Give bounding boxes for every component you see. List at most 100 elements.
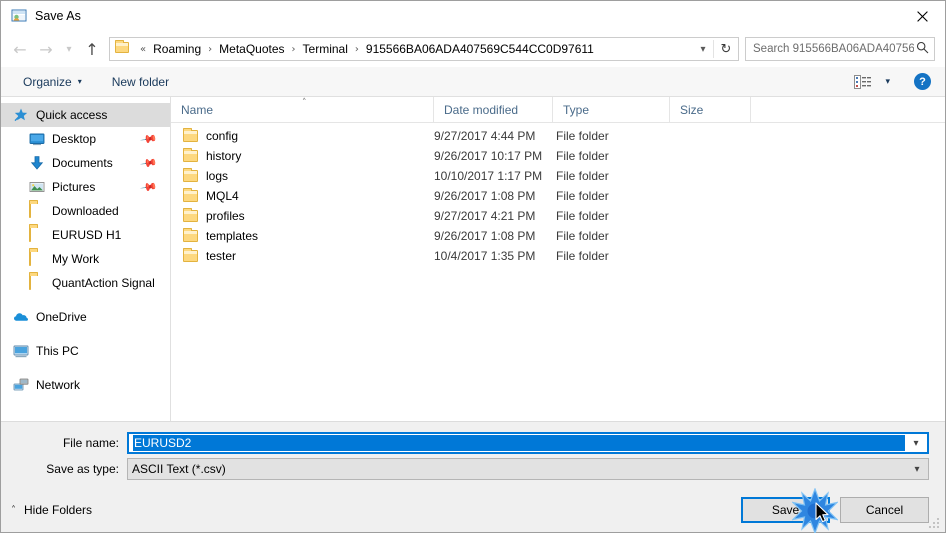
sidebar-item-desktop[interactable]: Desktop 📌 [1, 127, 170, 151]
refresh-icon[interactable]: ↻ [714, 42, 738, 57]
onedrive-cloud-icon [13, 309, 29, 325]
sidebar-item-network[interactable]: Network [1, 373, 170, 397]
sidebar-item-this-pc[interactable]: This PC [1, 339, 170, 363]
column-header-type[interactable]: Type [553, 97, 670, 122]
folder-icon [29, 250, 45, 267]
sidebar-item-eurusd-h1[interactable]: EURUSD H1 [1, 223, 170, 247]
file-name: logs [206, 169, 229, 183]
file-name-cell: templates [171, 228, 434, 243]
file-date: 9/26/2017 10:17 PM [434, 149, 543, 163]
save-button[interactable]: Save [741, 497, 830, 523]
file-date: 10/10/2017 1:17 PM [434, 169, 543, 183]
up-arrow-icon[interactable]: ↑ [79, 36, 105, 62]
new-folder-label: New folder [111, 74, 170, 89]
table-row[interactable]: history 9/26/2017 10:17 PM File folder [171, 146, 945, 166]
command-bar: Organize ▾ New folder ▾ ? [1, 67, 945, 97]
save-as-type-select[interactable]: ASCII Text (*.csv) ▾ [127, 458, 929, 480]
view-mode-button[interactable]: ▾ [846, 71, 898, 93]
chevron-down-icon[interactable]: ▾ [906, 464, 928, 475]
cancel-button[interactable]: Cancel [840, 497, 929, 523]
address-bar[interactable]: « Roaming › MetaQuotes › Terminal › 9155… [109, 37, 739, 61]
file-name-row: File name: EURUSD2 ▾ [17, 432, 929, 454]
sidebar-item-downloaded[interactable]: Downloaded [1, 199, 170, 223]
close-icon[interactable] [899, 1, 945, 31]
breadcrumb-separator: › [291, 43, 296, 55]
sidebar-item-label: Documents [52, 156, 113, 170]
sidebar-item-onedrive[interactable]: OneDrive [1, 305, 170, 329]
search-icon[interactable] [914, 41, 930, 57]
breadcrumb-metaquotes[interactable]: MetaQuotes [217, 42, 286, 56]
column-header-filler [751, 97, 945, 122]
sidebar-item-label: Network [36, 378, 81, 392]
sidebar-item-documents[interactable]: Documents 📌 [1, 151, 170, 175]
column-header-date-modified[interactable]: Date modified [434, 97, 553, 122]
table-row[interactable]: MQL4 9/26/2017 1:08 PM File folder [171, 186, 945, 206]
breadcrumb-guid[interactable]: 915566BA06ADA407569C544CC0D97611 [364, 42, 596, 56]
save-as-type-value: ASCII Text (*.csv) [132, 462, 226, 476]
folder-icon [115, 40, 131, 56]
file-name: profiles [206, 209, 245, 223]
hide-folders-label: Hide Folders [24, 503, 93, 517]
file-date: 9/27/2017 4:21 PM [434, 209, 536, 223]
table-row[interactable]: logs 10/10/2017 1:17 PM File folder [171, 166, 945, 186]
sidebar-item-label: My Work [52, 252, 100, 266]
table-row[interactable]: templates 9/26/2017 1:08 PM File folder [171, 226, 945, 246]
title-bar: Save As [1, 1, 945, 31]
pin-icon[interactable]: 📌 [140, 178, 159, 197]
file-type: File folder [556, 249, 609, 263]
save-as-type-row: Save as type: ASCII Text (*.csv) ▾ [17, 458, 929, 480]
file-list: config 9/27/2017 4:44 PM File folder his… [171, 123, 945, 421]
forward-arrow-icon[interactable]: → [33, 36, 59, 62]
recent-locations-chevron-icon[interactable]: ▾ [59, 36, 79, 62]
folder-icon [29, 226, 45, 243]
file-type: File folder [556, 229, 609, 243]
sidebar-item-pictures[interactable]: Pictures 📌 [1, 175, 170, 199]
folder-icon [183, 208, 198, 222]
save-as-type-label: Save as type: [46, 462, 119, 476]
chevron-down-icon[interactable]: ▾ [905, 438, 927, 449]
folder-icon [183, 148, 198, 162]
hide-folders-button[interactable]: ˄ Hide Folders [11, 503, 92, 517]
chevron-down-icon[interactable]: ▾ [693, 44, 713, 55]
pin-icon[interactable]: 📌 [140, 130, 159, 149]
save-button-label: Save [771, 503, 800, 517]
sidebar-item-quick-access[interactable]: Quick access [1, 103, 170, 127]
table-row[interactable]: profiles 9/27/2017 4:21 PM File folder [171, 206, 945, 226]
navigation-sidebar: Quick access Desktop 📌 Documents 📌 Pictu… [1, 97, 171, 421]
sidebar-item-label: Downloaded [52, 204, 119, 218]
folder-icon [183, 168, 198, 182]
file-name-cell: logs [171, 168, 434, 183]
table-row[interactable]: config 9/27/2017 4:44 PM File folder [171, 126, 945, 146]
search-input[interactable] [753, 43, 914, 55]
sidebar-item-quantaction-signal[interactable]: QuantAction Signal [1, 271, 170, 295]
table-row[interactable]: tester 10/4/2017 1:35 PM File folder [171, 246, 945, 266]
breadcrumb-roaming[interactable]: Roaming [151, 42, 203, 56]
new-folder-button[interactable]: New folder [104, 71, 177, 93]
folder-icon [29, 274, 45, 291]
breadcrumb-terminal[interactable]: Terminal [301, 42, 350, 56]
file-date: 10/4/2017 1:35 PM [434, 249, 536, 263]
column-header-size[interactable]: Size [670, 97, 751, 122]
back-arrow-icon[interactable]: ← [7, 36, 33, 62]
window-title: Save As [35, 9, 81, 23]
organize-button[interactable]: Organize ▾ [15, 71, 90, 93]
file-name-cell: tester [171, 248, 434, 263]
column-header-name[interactable]: Name ˄ [171, 97, 434, 122]
sidebar-item-label: Pictures [52, 180, 96, 194]
pin-icon[interactable]: 📌 [140, 154, 159, 173]
column-header-row: Name ˄ Date modified Type Size [171, 97, 945, 123]
save-as-icon [11, 8, 27, 24]
column-header-label: Size [680, 102, 704, 117]
folder-icon [183, 248, 198, 262]
address-overflow-indicator[interactable]: « [135, 44, 151, 55]
file-date: 9/26/2017 1:08 PM [434, 189, 536, 203]
file-name-input[interactable]: EURUSD2 ▾ [127, 432, 929, 454]
chevron-down-icon: ▾ [77, 77, 82, 86]
resize-grip-icon[interactable] [929, 517, 941, 529]
search-box[interactable] [745, 37, 935, 61]
sidebar-item-my-work[interactable]: My Work [1, 247, 170, 271]
file-name-cell: profiles [171, 208, 434, 223]
help-icon[interactable]: ? [914, 73, 931, 90]
breadcrumb-separator: › [354, 43, 359, 55]
organize-label: Organize [23, 74, 72, 89]
